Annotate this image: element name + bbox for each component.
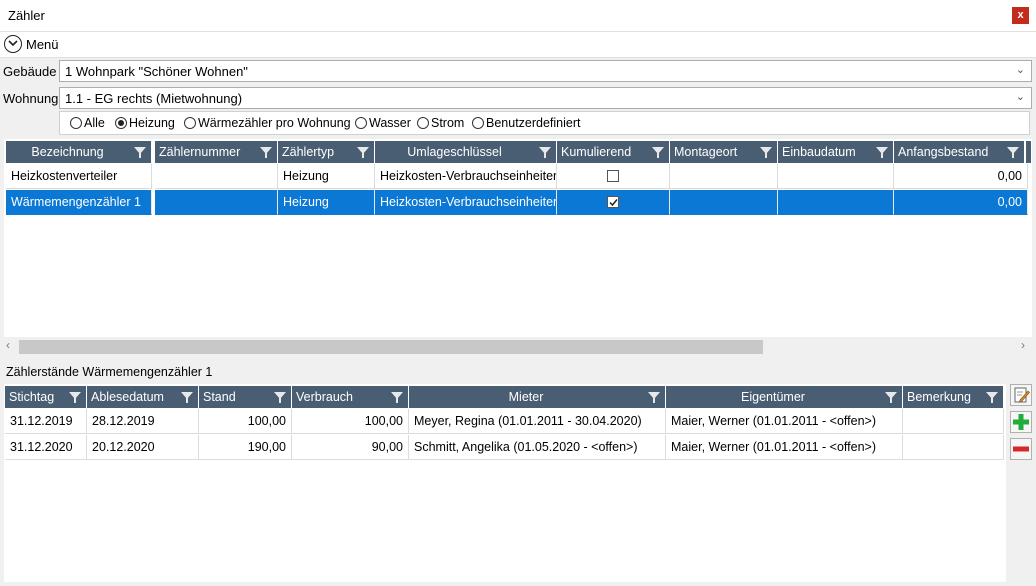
col-header-anfangsbestand[interactable]: Anfangsbestand — [894, 141, 1025, 163]
radio-heizung[interactable]: Heizung — [115, 116, 175, 130]
filter-icon[interactable] — [260, 147, 272, 158]
filter-icon[interactable] — [69, 392, 81, 403]
filter-icon[interactable] — [648, 392, 660, 403]
wohnung-value: 1.1 - EG rechts (Mietwohnung) — [65, 91, 243, 106]
menu-button[interactable]: Menü — [26, 37, 59, 52]
filter-icon[interactable] — [539, 147, 551, 158]
col-header-mieter[interactable]: Mieter — [409, 386, 666, 408]
filter-icon[interactable] — [391, 392, 403, 403]
menu-bar — [0, 32, 1036, 58]
remove-reading-button[interactable] — [1010, 438, 1032, 460]
scroll-left-icon[interactable]: ‹ — [6, 338, 10, 352]
radio-circle-icon — [417, 117, 429, 129]
radio-circle-icon — [70, 117, 82, 129]
col-header-umlageschluessel[interactable]: Umlageschlüssel — [375, 141, 557, 163]
gebaeude-value: 1 Wohnpark "Schöner Wohnen" — [65, 64, 248, 79]
edit-icon — [1014, 387, 1030, 403]
chevron-down-icon[interactable] — [4, 35, 22, 53]
close-button[interactable]: x — [1012, 7, 1029, 24]
readings-title: Zählerstände Wärmemengenzähler 1 — [6, 365, 213, 379]
radio-wasser[interactable]: Wasser — [355, 116, 411, 130]
filter-icon[interactable] — [181, 392, 193, 403]
radio-alle[interactable]: Alle — [70, 116, 105, 130]
add-reading-button[interactable] — [1010, 411, 1032, 433]
col-header-zaehlernummer[interactable]: Zählernummer — [155, 141, 278, 163]
col-header-ablesedatum[interactable]: Ablesedatum — [87, 386, 199, 408]
col-header-eigentuemer[interactable]: Eigentümer — [666, 386, 903, 408]
col-header-kumulierend[interactable]: Kumulierend — [557, 141, 670, 163]
col-header-verbrauch[interactable]: Verbrauch — [292, 386, 409, 408]
radio-selected-icon — [115, 117, 127, 129]
radio-strom[interactable]: Strom — [417, 116, 464, 130]
radio-circle-icon — [472, 117, 484, 129]
filter-icon[interactable] — [134, 147, 146, 158]
kumulierend-checkbox[interactable] — [607, 170, 619, 182]
filter-icon[interactable] — [885, 392, 897, 403]
meter-type-filter: Alle Heizung Wärmezähler pro Wohnung Was… — [59, 111, 1030, 135]
kumulierend-checkbox[interactable] — [607, 196, 619, 208]
wohnung-label: Wohnung — [3, 91, 59, 106]
plus-icon — [1013, 414, 1029, 430]
column-resize-handle[interactable] — [1026, 141, 1031, 163]
scroll-right-icon[interactable]: › — [1021, 338, 1025, 352]
edit-reading-button[interactable] — [1010, 384, 1032, 406]
chevron-down-icon: ⌄ — [1015, 64, 1025, 76]
filter-icon[interactable] — [1007, 147, 1019, 158]
checkmark-icon — [609, 199, 618, 207]
col-header-bemerkung[interactable]: Bemerkung — [903, 386, 1004, 408]
col-header-einbaudatum[interactable]: Einbaudatum — [778, 141, 894, 163]
radio-circle-icon — [355, 117, 367, 129]
title-bar — [0, 0, 1036, 32]
gebaeude-label: Gebäude — [3, 64, 57, 79]
scrollbar-thumb[interactable] — [19, 340, 763, 354]
filter-icon[interactable] — [357, 147, 369, 158]
filter-icon[interactable] — [760, 147, 772, 158]
col-header-zaehlertyp[interactable]: Zählertyp — [278, 141, 375, 163]
filter-icon[interactable] — [274, 392, 286, 403]
minus-icon — [1013, 446, 1029, 452]
filter-icon[interactable] — [876, 147, 888, 158]
radio-circle-icon — [184, 117, 196, 129]
chevron-down-icon: ⌄ — [1015, 91, 1025, 103]
radio-waermezaehler[interactable]: Wärmezähler pro Wohnung — [184, 116, 351, 130]
gebaeude-select[interactable]: 1 Wohnpark "Schöner Wohnen" ⌄ — [59, 60, 1032, 82]
radio-benutzerdefiniert[interactable]: Benutzerdefiniert — [472, 116, 581, 130]
col-header-stand[interactable]: Stand — [199, 386, 292, 408]
col-header-stichtag[interactable]: Stichtag — [5, 386, 87, 408]
col-header-bezeichnung[interactable]: Bezeichnung — [6, 141, 152, 163]
col-header-montageort[interactable]: Montageort — [670, 141, 778, 163]
filter-icon[interactable] — [986, 392, 998, 403]
wohnung-select[interactable]: 1.1 - EG rechts (Mietwohnung) ⌄ — [59, 87, 1032, 109]
filter-icon[interactable] — [652, 147, 664, 158]
window-title: Zähler — [8, 8, 45, 23]
